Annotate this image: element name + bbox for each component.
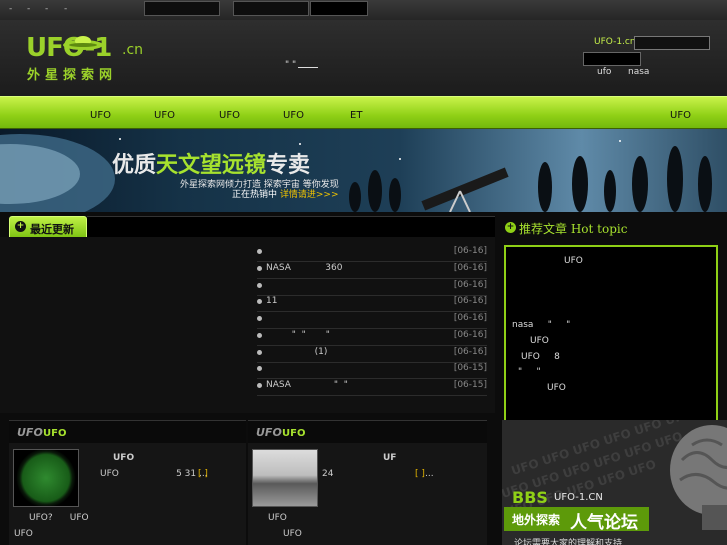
top-button[interactable] — [310, 1, 368, 16]
section-heading[interactable]: UF — [383, 453, 396, 463]
nav-item[interactable]: UFO — [219, 110, 240, 121]
list-item[interactable]: NASA 360 [06-16] — [257, 262, 487, 279]
news-date: [06-16] — [453, 330, 487, 340]
circle-plus-icon: + — [15, 221, 26, 232]
more-link[interactable]: [ ] — [415, 469, 425, 479]
bbs-line-b: 人气论坛 — [570, 513, 638, 533]
section-heading[interactable]: UFO — [113, 453, 134, 463]
bullet-icon — [257, 249, 262, 254]
top-link[interactable]: - — [9, 4, 12, 14]
ufo-saucer-icon — [63, 36, 103, 50]
list-item[interactable]: (1) [06-16] — [257, 346, 487, 363]
list-item[interactable]: " " " [06-16] — [257, 329, 487, 346]
bullet-icon — [257, 366, 262, 371]
header-dash — [298, 67, 318, 68]
top-link[interactable]: - — [64, 4, 67, 14]
bbs-label: BBS — [512, 488, 548, 507]
nav-item[interactable]: UFO — [90, 110, 111, 121]
header-link-nasa[interactable]: nasa — [628, 67, 649, 77]
section-link[interactable]: UFO? UFO — [29, 513, 89, 523]
site-label: UFO-1.cn — [594, 37, 636, 47]
section-link[interactable]: UFO — [14, 529, 33, 539]
top-link[interactable]: - — [27, 4, 30, 14]
news-title[interactable]: " " " — [266, 330, 330, 340]
section-title[interactable]: UFO — [282, 428, 305, 439]
bbs-line-a: 地外探索 — [512, 513, 561, 527]
section-link[interactable]: UFO — [268, 513, 287, 523]
header-quote: " " — [285, 60, 297, 70]
ufo-thumbnail[interactable] — [13, 449, 79, 507]
news-title[interactable]: (1) — [266, 347, 328, 357]
news-date: [06-16] — [453, 280, 487, 290]
banner-cta[interactable]: 正在热销中 详情请进>>> — [232, 187, 339, 200]
top-input-1[interactable] — [144, 1, 220, 16]
site-search-input[interactable] — [634, 36, 710, 50]
brain-icon — [670, 425, 727, 530]
top-link[interactable]: - — [45, 4, 48, 14]
logo-tld: .cn — [122, 42, 144, 58]
circle-plus-icon: + — [505, 222, 516, 233]
list-item[interactable]: NASA " " [06-15] — [257, 379, 487, 396]
hot-item[interactable]: nasa " " — [512, 320, 570, 330]
news-title[interactable]: NASA 360 — [266, 263, 342, 273]
hot-topic-box — [504, 245, 718, 422]
bbs-line-c: 论坛需要大家的理解和支持 — [514, 539, 623, 545]
section-title[interactable]: UFO — [43, 428, 66, 439]
hot-item[interactable]: UFO — [530, 336, 549, 346]
bullet-icon — [257, 316, 262, 321]
news-date: [06-15] — [453, 380, 487, 390]
bbs-site: UFO-1.CN — [554, 492, 603, 503]
section-logo: UFO — [17, 426, 43, 439]
section-logo: UFO — [256, 426, 282, 439]
news-title[interactable]: 11 — [266, 296, 277, 306]
logo-subtitle: 外星探索网 — [27, 68, 118, 83]
bullet-icon — [257, 333, 262, 338]
news-title[interactable]: NASA " " — [266, 380, 348, 390]
list-item[interactable]: [06-16] — [257, 312, 487, 329]
bbs-ad[interactable]: UFO UFO UFO UFO UFO UFO UFO UFO UFO UFO … — [502, 420, 727, 545]
hot-item[interactable]: " " — [518, 367, 541, 377]
news-date: [06-16] — [453, 313, 487, 323]
bullet-icon — [257, 350, 262, 355]
list-item[interactable]: [06-16] — [257, 279, 487, 296]
search-button[interactable] — [583, 52, 641, 66]
news-date: [06-16] — [453, 263, 487, 273]
telescope-banner[interactable] — [0, 129, 727, 212]
banner-title: 优质天文望远镜专卖 — [112, 153, 311, 178]
banner-art — [0, 134, 712, 212]
bullet-icon — [257, 299, 262, 304]
building-thumbnail[interactable] — [252, 449, 318, 507]
list-item[interactable]: [06-16] — [257, 245, 487, 262]
hot-topic-title: 推荐文章 Hot topic — [519, 222, 628, 236]
telescope-icon — [421, 167, 509, 212]
hot-item[interactable]: UFO 8 — [521, 352, 560, 362]
latest-header-bar — [87, 216, 495, 238]
section-link[interactable]: UFO — [283, 529, 302, 539]
nav-item[interactable]: UFO — [670, 110, 691, 121]
hot-item[interactable]: UFO — [547, 383, 566, 393]
news-date: [06-16] — [453, 347, 487, 357]
nav-item[interactable]: UFO — [283, 110, 304, 121]
top-input-2[interactable] — [233, 1, 309, 16]
news-date: [06-16] — [453, 246, 487, 256]
list-item[interactable]: 11 [06-16] — [257, 295, 487, 312]
hot-item[interactable]: UFO — [564, 256, 583, 266]
section-summary: UFO 5 31 ... — [100, 469, 208, 479]
bullet-icon — [257, 383, 262, 388]
nav-item[interactable]: UFO — [154, 110, 175, 121]
list-item[interactable]: [06-15] — [257, 362, 487, 379]
nav-item[interactable]: ET — [350, 110, 362, 121]
latest-label: 最近更新 — [30, 223, 74, 236]
news-date: [06-16] — [453, 296, 487, 306]
more-link[interactable]: [ ] — [198, 469, 208, 479]
news-date: [06-15] — [453, 363, 487, 373]
bullet-icon — [257, 283, 262, 288]
header-link-ufo[interactable]: ufo — [597, 67, 611, 77]
bullet-icon — [257, 266, 262, 271]
